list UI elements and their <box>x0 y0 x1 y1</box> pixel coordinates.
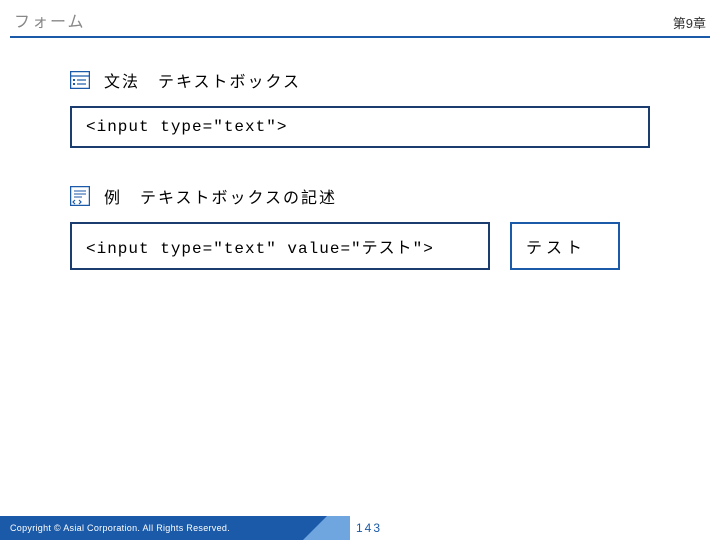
code-sheet-icon <box>70 186 90 206</box>
content: 文法 テキストボックス <input type="text"> 例 テ <box>0 38 720 270</box>
footer-page-number: 143 <box>350 516 382 540</box>
slide-page: フォーム 第9章 文法 テキストボックス <input type="text"> <box>0 0 720 540</box>
header: フォーム 第9章 <box>0 0 720 36</box>
example-heading: 例 テキストボックスの記述 <box>70 184 650 208</box>
example-row: <input type="text" value="テスト"> テスト <box>70 222 650 270</box>
example-rendered-value: テスト <box>526 234 586 258</box>
footer-wedge <box>280 516 350 540</box>
footer: Copyright © Asial Corporation. All Right… <box>0 516 720 540</box>
example-code-box: <input type="text" value="テスト"> <box>70 222 490 270</box>
page-title: フォーム <box>14 8 86 32</box>
example-code: <input type="text" value="テスト"> <box>86 240 434 258</box>
syntax-code-box: <input type="text"> <box>70 106 650 148</box>
footer-copyright: Copyright © Asial Corporation. All Right… <box>0 516 280 540</box>
syntax-code: <input type="text"> <box>86 118 287 136</box>
list-box-icon <box>70 71 90 89</box>
example-section: 例 テキストボックスの記述 <input type="text" value="… <box>70 184 650 270</box>
example-rendered-input[interactable]: テスト <box>510 222 620 270</box>
chapter-label: 第9章 <box>673 13 706 32</box>
example-heading-text: 例 テキストボックスの記述 <box>104 184 337 208</box>
syntax-heading: 文法 テキストボックス <box>70 68 650 92</box>
syntax-heading-text: 文法 テキストボックス <box>104 68 301 92</box>
